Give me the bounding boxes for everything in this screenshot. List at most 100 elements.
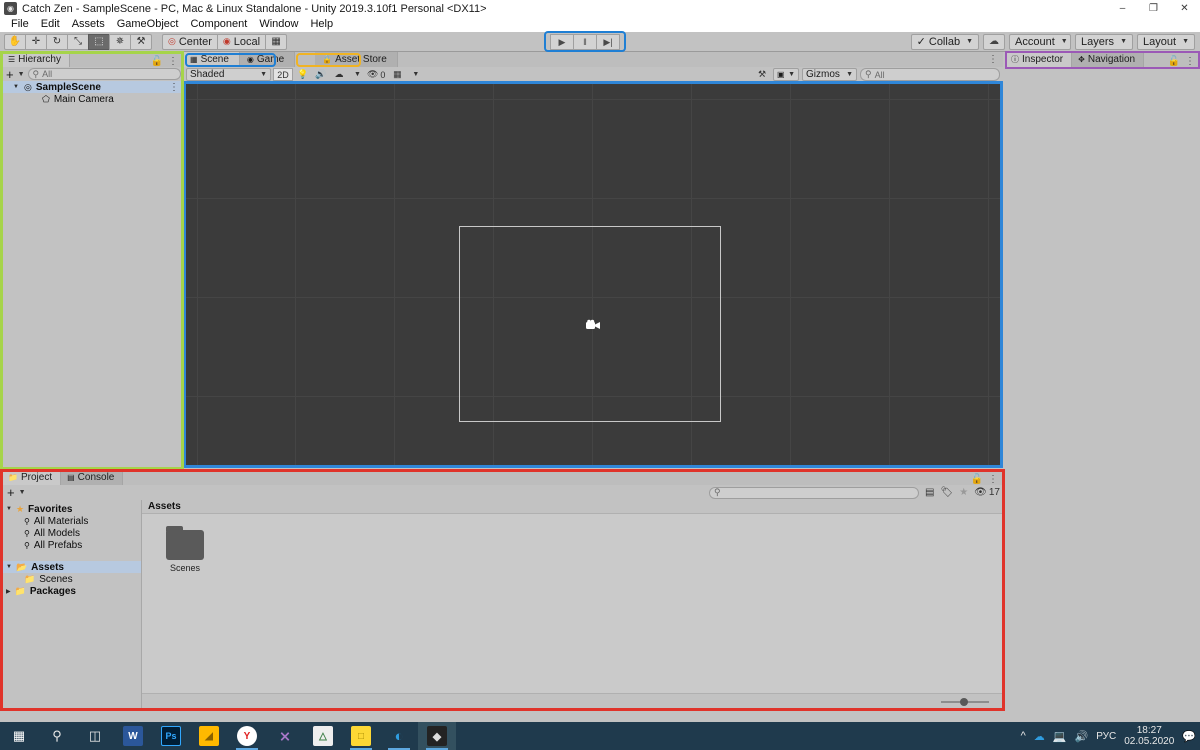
clock[interactable]: 18:27 02.05.2020	[1124, 725, 1174, 747]
menu-window[interactable]: Window	[253, 17, 304, 32]
taskbar-unity[interactable]: ◆	[418, 722, 456, 750]
tab-console[interactable]: ▤ Console	[61, 470, 124, 485]
2d-toggle-button[interactable]: 2D	[273, 68, 293, 81]
hierarchy-item-samplescene[interactable]: ▼ ◎ SampleScene ⋮	[2, 81, 183, 93]
rect-tool-button[interactable]: ⬚	[88, 33, 110, 50]
kebab-menu-icon[interactable]: ⋮	[988, 54, 998, 65]
onedrive-cloud-icon[interactable]: ☁	[1034, 730, 1045, 743]
tab-project[interactable]: 📁 Project	[2, 470, 62, 485]
taskbar-search-button[interactable]: ⚲	[38, 722, 76, 750]
label-filter-icon[interactable]: 🏷	[941, 487, 954, 498]
taskbar-sticky-notes[interactable]: □	[342, 722, 380, 750]
asset-item-scenes[interactable]: Scenes	[160, 526, 210, 573]
kebab-menu-icon[interactable]: ⋮	[1185, 56, 1195, 67]
menu-edit[interactable]: Edit	[35, 17, 66, 32]
add-gameobject-button[interactable]: + ▼	[4, 67, 25, 82]
tools-icon[interactable]: ⚒	[754, 68, 770, 81]
effects-dropdown[interactable]: ▼	[349, 68, 363, 81]
custom-editor-tool-button[interactable]: ⚒	[130, 33, 152, 50]
volume-speaker-icon[interactable]: 🔊	[1075, 730, 1089, 743]
taskbar-file-explorer[interactable]: ◢	[190, 722, 228, 750]
project-search-input[interactable]: ⚲	[709, 486, 920, 499]
transform-tool-button[interactable]: ✵	[109, 33, 131, 50]
tree-item-favorites[interactable]: ▼ ★ Favorites	[2, 503, 141, 515]
hierarchy-search-input[interactable]: ⚲ All	[27, 68, 181, 80]
project-visibility-count[interactable]: 👁 17	[974, 487, 1000, 498]
scene-search-input[interactable]: ⚲ All	[860, 68, 1000, 81]
move-tool-button[interactable]: ✛	[25, 33, 47, 50]
language-indicator[interactable]: РУС	[1096, 731, 1116, 742]
minimize-button[interactable]: –	[1107, 0, 1138, 17]
lock-icon[interactable]: 🔓	[1168, 56, 1180, 67]
menu-assets[interactable]: Assets	[66, 17, 111, 32]
network-icon[interactable]: 💻	[1053, 730, 1067, 743]
type-filter-icon[interactable]: ▤	[925, 487, 934, 498]
chevron-down-icon[interactable]: ▼	[13, 84, 19, 90]
tree-item-assets[interactable]: ▼ 📂 Assets	[2, 561, 141, 573]
tree-item-all-materials[interactable]: ⚲ All Materials	[2, 515, 141, 527]
menu-gameobject[interactable]: GameObject	[111, 17, 185, 32]
kebab-menu-icon[interactable]: ⋮	[168, 56, 178, 67]
layers-button[interactable]: Layers ▼	[1075, 33, 1133, 50]
start-button[interactable]: ▦	[0, 722, 38, 750]
lightbulb-icon[interactable]: 💡	[295, 68, 311, 81]
chevron-down-icon[interactable]: ▼	[6, 564, 12, 570]
pause-button[interactable]: ‖	[573, 34, 597, 50]
speaker-icon[interactable]: 🔊	[313, 68, 329, 81]
tree-item-scenes[interactable]: 📁 Scenes	[2, 573, 141, 585]
kebab-menu-icon[interactable]: ⋮	[988, 474, 998, 485]
menu-file[interactable]: File	[5, 17, 35, 32]
play-button[interactable]: ▶	[550, 34, 574, 50]
hierarchy-item-main-camera[interactable]: ⬠ Main Camera	[2, 93, 183, 105]
hand-tool-button[interactable]: ✋	[4, 33, 26, 50]
kebab-menu-icon[interactable]: ⋮	[169, 82, 179, 93]
tab-navigation[interactable]: ✥ Navigation	[1072, 52, 1145, 67]
draw-mode-dropdown[interactable]: Shaded ▼	[186, 68, 271, 81]
layout-button[interactable]: Layout ▼	[1137, 33, 1195, 50]
collab-button[interactable]: ✓ Collab ▼	[910, 33, 979, 50]
camera-dropdown[interactable]: ▣ ▼	[773, 68, 799, 81]
pivot-rotation-button[interactable]: ◉ Local	[216, 33, 267, 50]
scene-canvas[interactable]	[183, 82, 1003, 468]
create-asset-button[interactable]: + ▼	[5, 485, 26, 500]
lock-icon[interactable]: 🔓	[971, 474, 983, 485]
tab-asset-store[interactable]: 🔒 Asset Store	[315, 52, 398, 67]
taskbar-photoshop[interactable]: Ps	[152, 722, 190, 750]
taskbar-word[interactable]: W	[114, 722, 152, 750]
lock-icon[interactable]: 🔓	[151, 56, 163, 67]
zoom-knob[interactable]	[960, 697, 968, 706]
account-button[interactable]: Account ▼	[1009, 33, 1071, 50]
close-button[interactable]: ✕	[1169, 0, 1200, 17]
notification-icon[interactable]: 💬	[1182, 730, 1196, 743]
camera-gizmo-icon[interactable]	[585, 319, 603, 334]
tree-item-all-models[interactable]: ⚲ All Models	[2, 527, 141, 539]
favorite-filter-icon[interactable]: ★	[959, 487, 968, 498]
task-view-button[interactable]: ◫	[76, 722, 114, 750]
taskbar-chart-app[interactable]: △	[304, 722, 342, 750]
chevron-down-icon[interactable]: ▼	[6, 506, 12, 512]
chevron-right-icon[interactable]: ▶	[6, 588, 11, 595]
taskbar-visual-studio[interactable]: ⨯	[266, 722, 304, 750]
cloud-icon[interactable]: ☁	[983, 33, 1005, 50]
tab-game[interactable]: ◉ Game	[239, 52, 296, 67]
taskbar-edge-browser[interactable]: ◐	[380, 722, 418, 750]
tree-item-packages[interactable]: ▶ 📁 Packages	[2, 585, 141, 597]
asset-zoom-slider[interactable]	[941, 697, 989, 707]
maximize-restore-button[interactable]: ❐	[1138, 0, 1169, 17]
step-button[interactable]: ▶|	[596, 34, 620, 50]
tab-hierarchy[interactable]: ☰ Hierarchy	[2, 52, 70, 67]
scale-tool-button[interactable]: ⤡	[67, 33, 89, 50]
scene-vis-dropdown[interactable]: ▼	[407, 68, 421, 81]
tray-expand-icon[interactable]: ^	[1021, 730, 1026, 742]
grid-snap-icon[interactable]: ▦	[265, 33, 288, 50]
rotate-tool-button[interactable]: ↻	[46, 33, 68, 50]
scene-visibility-toggle[interactable]: 👁 0	[365, 68, 387, 81]
project-content-area[interactable]: Assets Scenes	[142, 500, 1003, 709]
tab-inspector[interactable]: ⓘ Inspector	[1005, 52, 1073, 67]
effects-icon[interactable]: ☁	[331, 68, 347, 81]
scene-visibility-icon[interactable]: ▦	[389, 68, 405, 81]
tree-item-all-prefabs[interactable]: ⚲ All Prefabs	[2, 539, 141, 551]
gizmos-dropdown[interactable]: Gizmos ▼	[802, 68, 857, 81]
pivot-mode-button[interactable]: ◎ Center	[162, 33, 218, 50]
taskbar-yandex-browser[interactable]: Y	[228, 722, 266, 750]
